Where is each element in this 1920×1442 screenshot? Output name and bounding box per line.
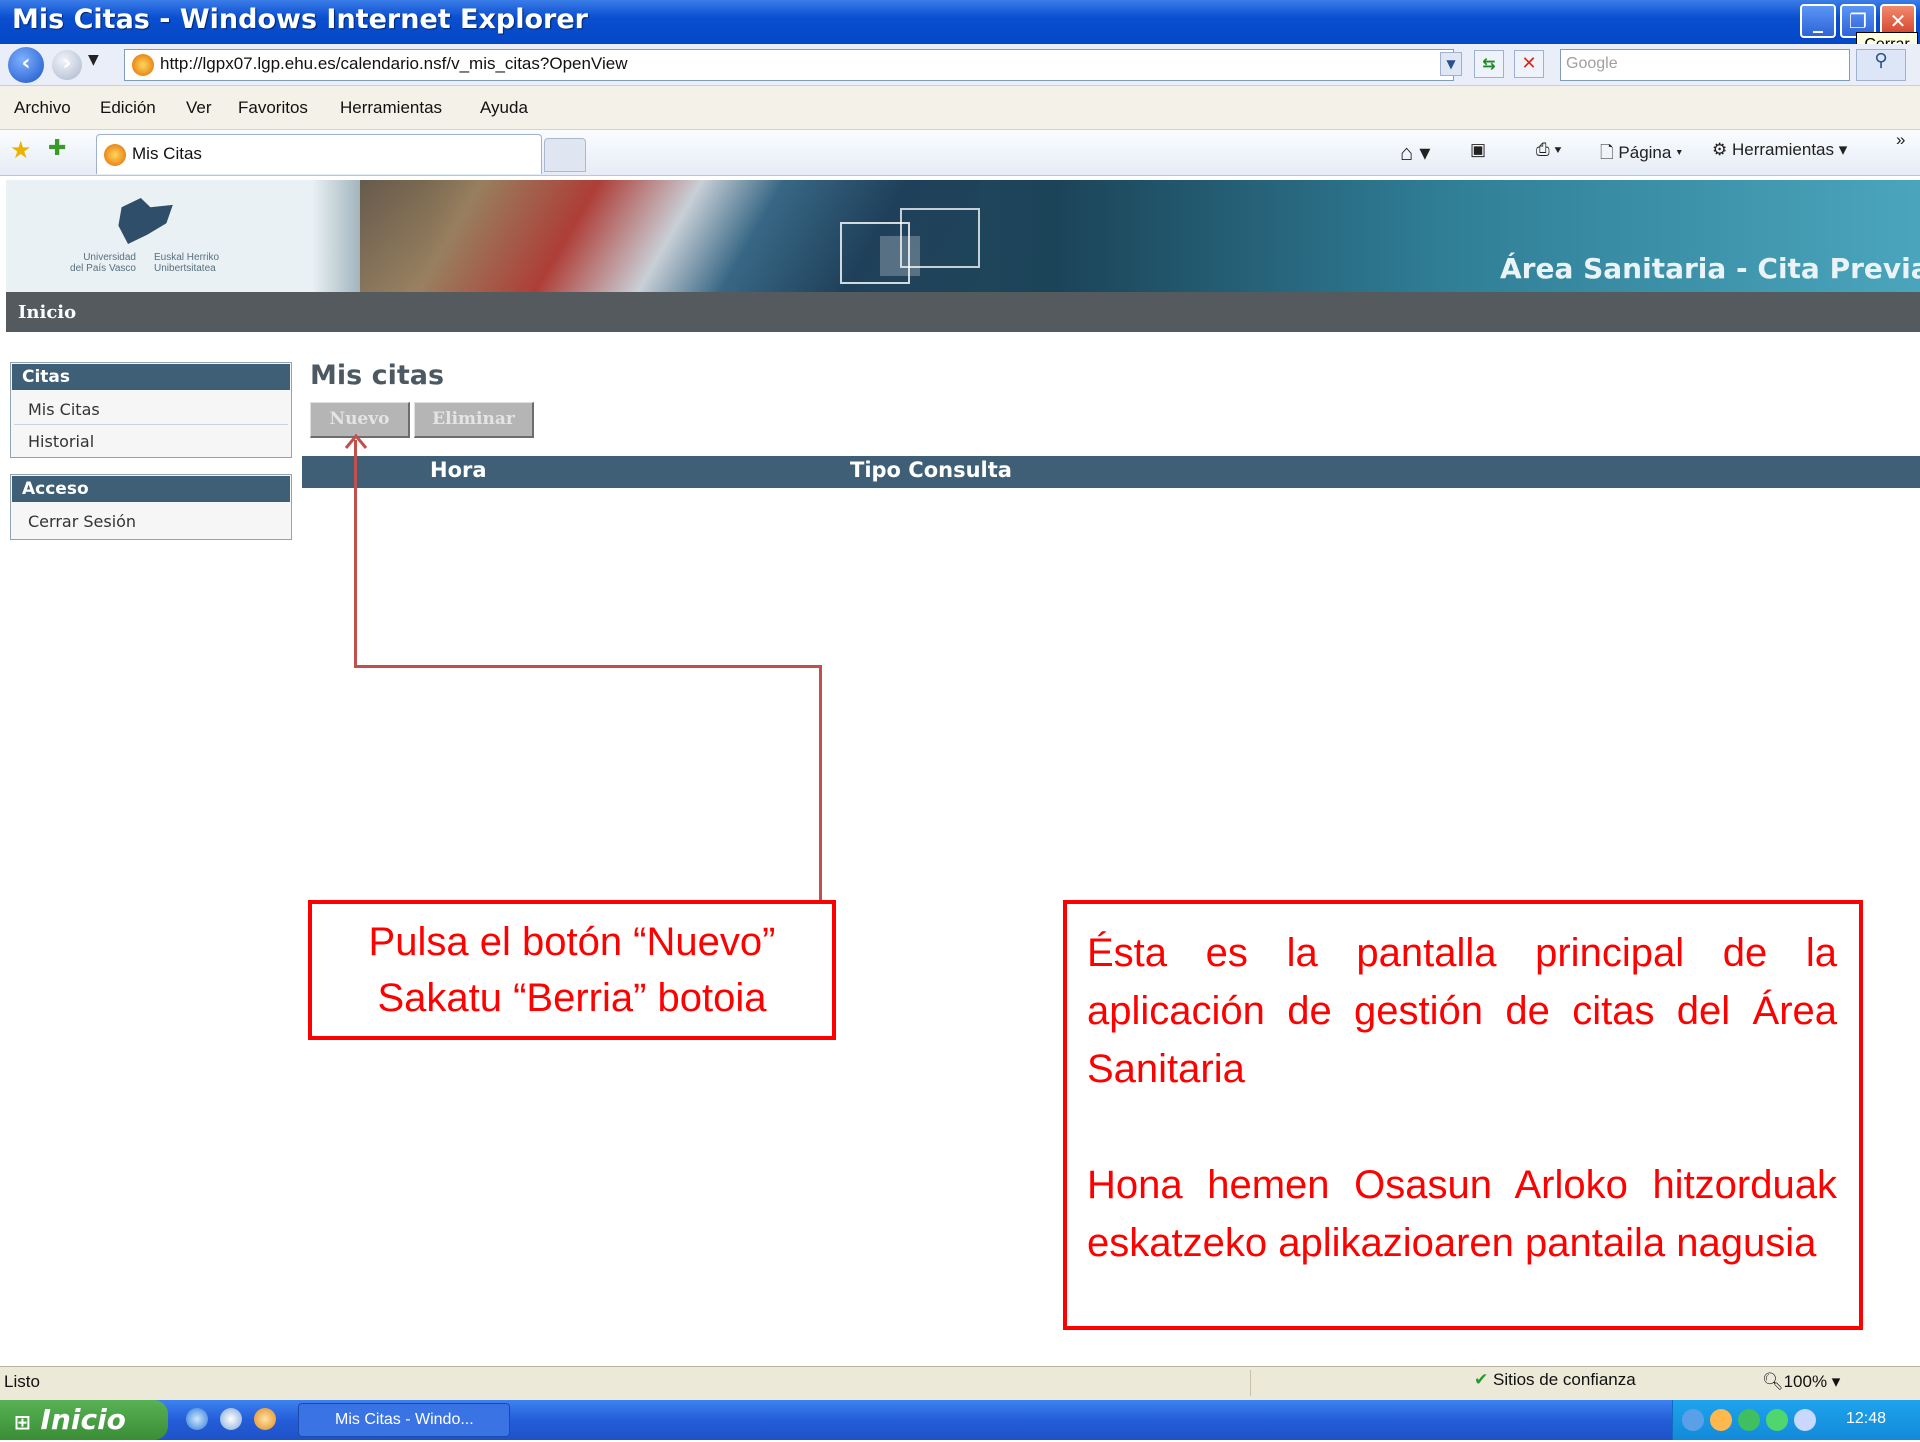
- tray-icon[interactable]: [1710, 1409, 1732, 1431]
- annotation-arrow-line: [819, 665, 822, 902]
- zoom-icon: 🔍︎: [1762, 1372, 1784, 1391]
- check-icon: ✔: [1474, 1370, 1489, 1389]
- delete-button[interactable]: Eliminar: [414, 402, 534, 438]
- annotation-text-eu: Hona hemen Osasun Arloko hitzorduak eska…: [1087, 1163, 1837, 1265]
- ie-quicklaunch-icon[interactable]: [186, 1408, 208, 1430]
- back-button[interactable]: ‹: [8, 47, 44, 83]
- annotation-text-es: Pulsa el botón “Nuevo”: [368, 920, 776, 964]
- new-tab-button[interactable]: [544, 138, 586, 172]
- forward-button[interactable]: ›: [52, 50, 82, 80]
- status-divider: [1250, 1370, 1480, 1396]
- windows-flag-icon: ⊞: [14, 1410, 31, 1434]
- security-zone[interactable]: ✔ Sitios de confianza: [1474, 1370, 1636, 1390]
- feeds-icon[interactable]: ▣: [1470, 140, 1486, 160]
- sidebar-item-mis-citas[interactable]: Mis Citas: [28, 400, 100, 419]
- search-placeholder: Google: [1566, 55, 1618, 72]
- chevron-more-icon[interactable]: »: [1896, 130, 1905, 150]
- favorites-star-icon[interactable]: ★: [10, 136, 32, 164]
- tray-icon[interactable]: [1682, 1409, 1704, 1431]
- print-icon[interactable]: ⎙ ▾: [1536, 140, 1561, 160]
- menu-ayuda[interactable]: Ayuda: [480, 98, 528, 118]
- tools-menu-label: Herramientas: [1731, 140, 1835, 159]
- security-zone-label: Sitios de confianza: [1492, 1370, 1636, 1389]
- logo-text-es: Universidad del País Vasco: [70, 252, 136, 274]
- url-text[interactable]: http://lgpx07.lgp.ehu.es/calendario.nsf/…: [160, 54, 627, 74]
- tab-label[interactable]: Mis Citas: [132, 144, 202, 164]
- annotation-text-es: Ésta es la pantalla principal de la apli…: [1087, 931, 1837, 1091]
- menu-archivo[interactable]: Archivo: [14, 98, 71, 118]
- stop-icon[interactable]: ✕: [1514, 50, 1544, 78]
- annotation-callout-nuevo: Pulsa el botón “Nuevo” Sakatu “Berria” b…: [308, 900, 836, 1040]
- clock: 12:48: [1846, 1410, 1887, 1427]
- status-text: Listo: [4, 1372, 40, 1391]
- menu-favoritos[interactable]: Favoritos: [238, 98, 308, 118]
- sidebar-item-cerrar-sesion[interactable]: Cerrar Sesión: [28, 512, 136, 531]
- page-menu-label: Página: [1618, 143, 1672, 162]
- sidebar-section-title: Acceso: [12, 476, 290, 502]
- sidebar-section-title: Citas: [12, 364, 290, 390]
- menu-edicion[interactable]: Edición: [100, 98, 156, 118]
- minimize-button[interactable]: _: [1800, 4, 1836, 38]
- menu-herramientas[interactable]: Herramientas: [340, 98, 442, 118]
- start-label: Inicio: [40, 1403, 126, 1436]
- window-title: Mis Citas - Windows Internet Explorer: [12, 4, 588, 35]
- start-button[interactable]: ⊞ Inicio: [0, 1400, 168, 1440]
- site-nav-bar: [6, 292, 1920, 332]
- refresh-icon[interactable]: ⇆: [1474, 50, 1504, 78]
- sidebar-item-historial[interactable]: Historial: [28, 432, 94, 451]
- zoom-level[interactable]: 🔍︎100% ▾: [1762, 1372, 1840, 1392]
- add-favorite-icon[interactable]: ✚: [48, 136, 66, 161]
- taskbar: [0, 1400, 1920, 1440]
- page-title: Mis citas: [310, 360, 445, 391]
- media-quicklaunch-icon[interactable]: [254, 1408, 276, 1430]
- search-icon[interactable]: ⚲: [1856, 49, 1906, 81]
- tray-icon[interactable]: [1766, 1409, 1788, 1431]
- title-bar: Mis Citas - Windows Internet Explorer _ …: [0, 0, 1920, 44]
- desktop-quicklaunch-icon[interactable]: [220, 1408, 242, 1430]
- page-menu[interactable]: 🗋 Página ▾: [1600, 140, 1682, 169]
- address-dropdown-icon[interactable]: ▼: [1440, 52, 1462, 76]
- tab-favicon-icon: [104, 144, 126, 166]
- zoom-value: 100%: [1783, 1372, 1828, 1391]
- banner-decor: [880, 236, 920, 276]
- tools-menu[interactable]: ⚙ Herramientas ▾: [1712, 140, 1847, 160]
- nav-inicio-link[interactable]: Inicio: [18, 302, 76, 323]
- tray-icon[interactable]: [1794, 1409, 1816, 1431]
- column-header-hora[interactable]: Hora: [430, 458, 487, 482]
- logo-text-eu: Euskal Herriko Unibertsitatea: [154, 252, 220, 274]
- taskbar-item-ie[interactable]: Mis Citas - Windo...: [298, 1403, 510, 1437]
- site-title: Área Sanitaria - Cita Previa: [1500, 252, 1920, 285]
- page-favicon-icon: [132, 54, 154, 76]
- arrow-up-icon: [344, 433, 368, 449]
- column-header-tipo-consulta[interactable]: Tipo Consulta: [850, 458, 1012, 482]
- annotation-callout-main: Ésta es la pantalla principal de la apli…: [1063, 900, 1863, 1330]
- annotation-arrow-line: [354, 665, 822, 668]
- annotation-text-eu: Sakatu “Berria” botoia: [377, 976, 767, 1020]
- history-dropdown-icon[interactable]: ▼: [88, 52, 108, 76]
- home-icon[interactable]: ⌂ ▾: [1400, 140, 1430, 166]
- annotation-arrow-line: [354, 440, 357, 668]
- tray-icon[interactable]: [1738, 1409, 1760, 1431]
- table-header: [302, 456, 1920, 488]
- menu-ver[interactable]: Ver: [186, 98, 212, 118]
- sidebar-divider: [14, 424, 288, 425]
